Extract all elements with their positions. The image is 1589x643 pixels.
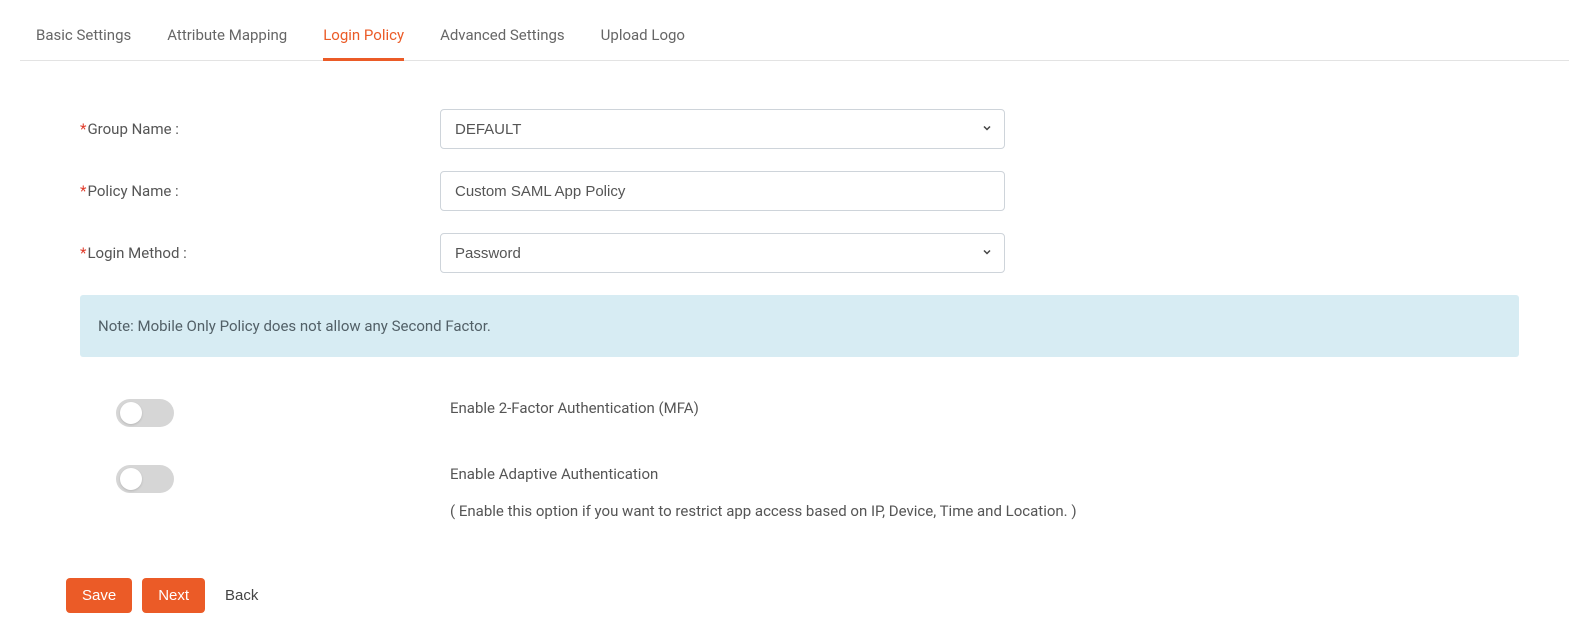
toggle-knob (120, 402, 142, 424)
toggle-adaptive[interactable] (116, 465, 174, 493)
select-group-name[interactable]: DEFAULT (440, 109, 1005, 149)
tab-advanced-settings[interactable]: Advanced Settings (440, 18, 565, 60)
button-row: Save Next Back (6, 578, 1569, 613)
label-adaptive: Enable Adaptive Authentication (450, 463, 1077, 486)
label-adaptive-sub: ( Enable this option if you want to rest… (450, 500, 1077, 523)
toggle-knob (120, 468, 142, 490)
tabs-bar: Basic Settings Attribute Mapping Login P… (20, 18, 1569, 61)
input-policy-name[interactable] (440, 171, 1005, 211)
save-button[interactable]: Save (66, 578, 132, 613)
required-mark: * (80, 120, 86, 138)
tab-basic-settings[interactable]: Basic Settings (36, 18, 131, 60)
row-group-name: *Group Name : DEFAULT (80, 109, 1519, 149)
label-login-method-text: Login Method : (87, 244, 186, 262)
select-login-method[interactable]: Password (440, 233, 1005, 273)
label-mfa: Enable 2-Factor Authentication (MFA) (450, 397, 699, 420)
tab-upload-logo[interactable]: Upload Logo (601, 18, 685, 60)
required-mark: * (80, 182, 86, 200)
row-policy-name: *Policy Name : (80, 171, 1519, 211)
label-policy-name-text: Policy Name : (87, 182, 178, 200)
select-login-method-wrap: Password (440, 233, 1005, 273)
tab-login-policy[interactable]: Login Policy (323, 18, 404, 61)
row-adaptive-toggle: Enable Adaptive Authentication ( Enable … (80, 463, 1519, 522)
tab-attribute-mapping[interactable]: Attribute Mapping (167, 18, 287, 60)
note-box: Note: Mobile Only Policy does not allow … (80, 295, 1519, 357)
label-policy-name: *Policy Name : (80, 182, 440, 200)
toggle-mfa[interactable] (116, 399, 174, 427)
row-mfa-toggle: Enable 2-Factor Authentication (MFA) (80, 397, 1519, 427)
label-group-name: *Group Name : (80, 120, 440, 138)
back-button[interactable]: Back (215, 578, 268, 613)
row-login-method: *Login Method : Password (80, 233, 1519, 273)
form-area: *Group Name : DEFAULT *Policy Name : *Lo… (20, 61, 1569, 568)
required-mark: * (80, 244, 86, 262)
label-login-method: *Login Method : (80, 244, 440, 262)
select-group-name-wrap: DEFAULT (440, 109, 1005, 149)
next-button[interactable]: Next (142, 578, 205, 613)
label-group-name-text: Group Name : (87, 120, 178, 138)
